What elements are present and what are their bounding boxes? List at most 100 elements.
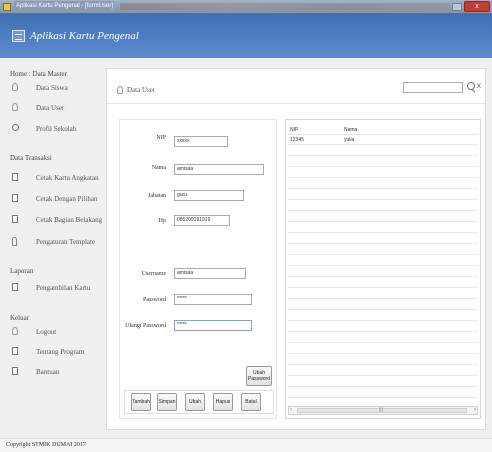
username-field[interactable]: amisaa bbox=[174, 268, 246, 279]
settings-icon bbox=[12, 124, 19, 131]
empty-row bbox=[288, 223, 478, 233]
sidebar-group-title: Laporan bbox=[10, 267, 34, 275]
simpan-button[interactable]: Simpan bbox=[157, 393, 177, 411]
empty-row bbox=[288, 366, 478, 376]
clear-search-icon[interactable]: x bbox=[477, 81, 481, 90]
ulangi-password-field[interactable]: ***** bbox=[174, 320, 252, 331]
sidebar-group-title: Data Transaksi bbox=[10, 154, 52, 162]
empty-row bbox=[288, 267, 478, 277]
empty-row bbox=[288, 146, 478, 156]
hp-field[interactable]: 085209191919 bbox=[174, 215, 230, 226]
sidebar-item-label: Tentang Program bbox=[36, 348, 85, 356]
empty-row bbox=[288, 388, 478, 398]
sidebar-item-label: Bantuan bbox=[36, 368, 60, 376]
sidebar: Home : Data Master Data Siswa Data User … bbox=[0, 58, 106, 438]
table-header: NIP Nama bbox=[288, 125, 478, 135]
user-icon bbox=[12, 327, 18, 335]
search-icon[interactable] bbox=[467, 82, 475, 90]
empty-row bbox=[288, 234, 478, 244]
sidebar-item-label: Pengaturan Template bbox=[36, 238, 96, 246]
sidebar-item-label: Cetak Kartu Angkatan bbox=[36, 174, 99, 182]
hp-label: Hp bbox=[158, 218, 166, 224]
window-titlebar: Aplikasi Kartu Pengenal - [formUser] x bbox=[0, 0, 492, 14]
empty-row bbox=[288, 245, 478, 255]
sidebar-item-label: Data Siswa bbox=[36, 84, 68, 92]
empty-row bbox=[288, 377, 478, 387]
sidebar-group-title: Keluar bbox=[10, 314, 30, 322]
ulangi-password-label: Ulangi Password bbox=[125, 323, 166, 329]
scrollbar-grip-icon: ||| bbox=[379, 407, 383, 413]
data-user-panel: Data User x NIP xxxxx Nama amisaa Jabata… bbox=[106, 68, 486, 430]
empty-row bbox=[288, 278, 478, 288]
document-icon bbox=[12, 283, 18, 291]
nip-label: NIP bbox=[156, 135, 166, 141]
empty-row bbox=[288, 179, 478, 189]
jabatan-field[interactable]: guru bbox=[174, 190, 244, 201]
help-document-icon bbox=[12, 367, 18, 375]
breadcrumb-label: Data User bbox=[127, 86, 156, 94]
table-row[interactable]: 12345 yulia bbox=[288, 135, 478, 145]
nip-field[interactable]: xxxxx bbox=[174, 136, 228, 147]
table-cell-nip: 12345 bbox=[290, 137, 304, 143]
password-field[interactable]: ***** bbox=[174, 294, 252, 305]
sidebar-item-label: Data User bbox=[36, 104, 65, 112]
empty-row bbox=[288, 289, 478, 299]
printer-icon bbox=[12, 215, 18, 223]
empty-row bbox=[288, 355, 478, 365]
horizontal-scrollbar[interactable]: ‹ ||| › bbox=[288, 406, 478, 415]
empty-row bbox=[288, 212, 478, 222]
empty-row bbox=[288, 157, 478, 167]
hapus-button[interactable]: Hapus bbox=[213, 393, 233, 411]
empty-row bbox=[288, 190, 478, 200]
app-icon bbox=[3, 3, 11, 11]
user-icon bbox=[12, 83, 18, 91]
sidebar-group-title: Home : Data Master bbox=[10, 70, 67, 78]
tambah-button[interactable]: Tambah bbox=[131, 393, 151, 411]
sidebar-item-label: Pengambilan Kartu bbox=[36, 284, 91, 292]
batal-button[interactable]: Batal bbox=[241, 393, 261, 411]
username-label: Username bbox=[141, 271, 166, 277]
pin-icon bbox=[12, 237, 17, 246]
scroll-left-icon[interactable]: ‹ bbox=[290, 407, 292, 414]
app-name: Aplikasi Kartu Pengenal bbox=[30, 30, 139, 42]
user-icon bbox=[12, 103, 18, 111]
ubah-button[interactable]: Ubah bbox=[185, 393, 205, 411]
search-input[interactable] bbox=[403, 82, 463, 93]
ubah-password-button[interactable]: Ubah Password bbox=[246, 366, 272, 386]
minimize-icon[interactable] bbox=[452, 3, 462, 11]
user-table[interactable]: NIP Nama 12345 yulia ‹ ||| › bbox=[285, 119, 481, 419]
empty-row bbox=[288, 256, 478, 266]
user-icon bbox=[117, 86, 123, 94]
user-form: NIP xxxxx Nama amisaa Jabatan guru Hp 08… bbox=[119, 119, 277, 419]
divider bbox=[107, 103, 485, 104]
copyright-text: Copyright STMIK DUMAI 2017 bbox=[6, 442, 86, 448]
sidebar-item-label: Cetak Bagian Belakang bbox=[36, 216, 103, 224]
empty-row bbox=[288, 344, 478, 354]
document-icon bbox=[12, 347, 18, 355]
app-header: Aplikasi Kartu Pengenal bbox=[0, 14, 492, 58]
form-button-bar: Tambah Simpan Ubah Hapus Batal bbox=[124, 390, 274, 414]
empty-row bbox=[288, 311, 478, 321]
table-cell-nama: yulia bbox=[344, 137, 355, 143]
empty-row bbox=[288, 300, 478, 310]
nama-field[interactable]: amisaa bbox=[174, 164, 264, 175]
window-title: Aplikasi Kartu Pengenal - [formUser] bbox=[14, 1, 114, 12]
password-label: Password bbox=[142, 297, 166, 303]
titlebar-background bbox=[120, 3, 450, 10]
jabatan-label: Jabatan bbox=[148, 193, 166, 199]
sidebar-item-label: Cetak Dengan Pilihan bbox=[36, 195, 98, 203]
close-button[interactable]: x bbox=[464, 1, 490, 12]
empty-row bbox=[288, 168, 478, 178]
empty-row bbox=[288, 322, 478, 332]
nama-label: Nama bbox=[151, 165, 166, 171]
close-icon: x bbox=[475, 3, 479, 10]
id-card-icon bbox=[12, 30, 25, 42]
empty-row bbox=[288, 201, 478, 211]
sidebar-item-label: Profil Sekolah bbox=[36, 125, 77, 133]
status-bar: Copyright STMIK DUMAI 2017 bbox=[0, 438, 492, 452]
content-area: Data User x NIP xxxxx Nama amisaa Jabata… bbox=[106, 58, 492, 438]
sidebar-item-label: Logout bbox=[36, 328, 57, 336]
scroll-right-icon[interactable]: › bbox=[474, 407, 476, 414]
column-header-nama: Nama bbox=[344, 127, 358, 133]
column-header-nip: NIP bbox=[290, 127, 299, 133]
